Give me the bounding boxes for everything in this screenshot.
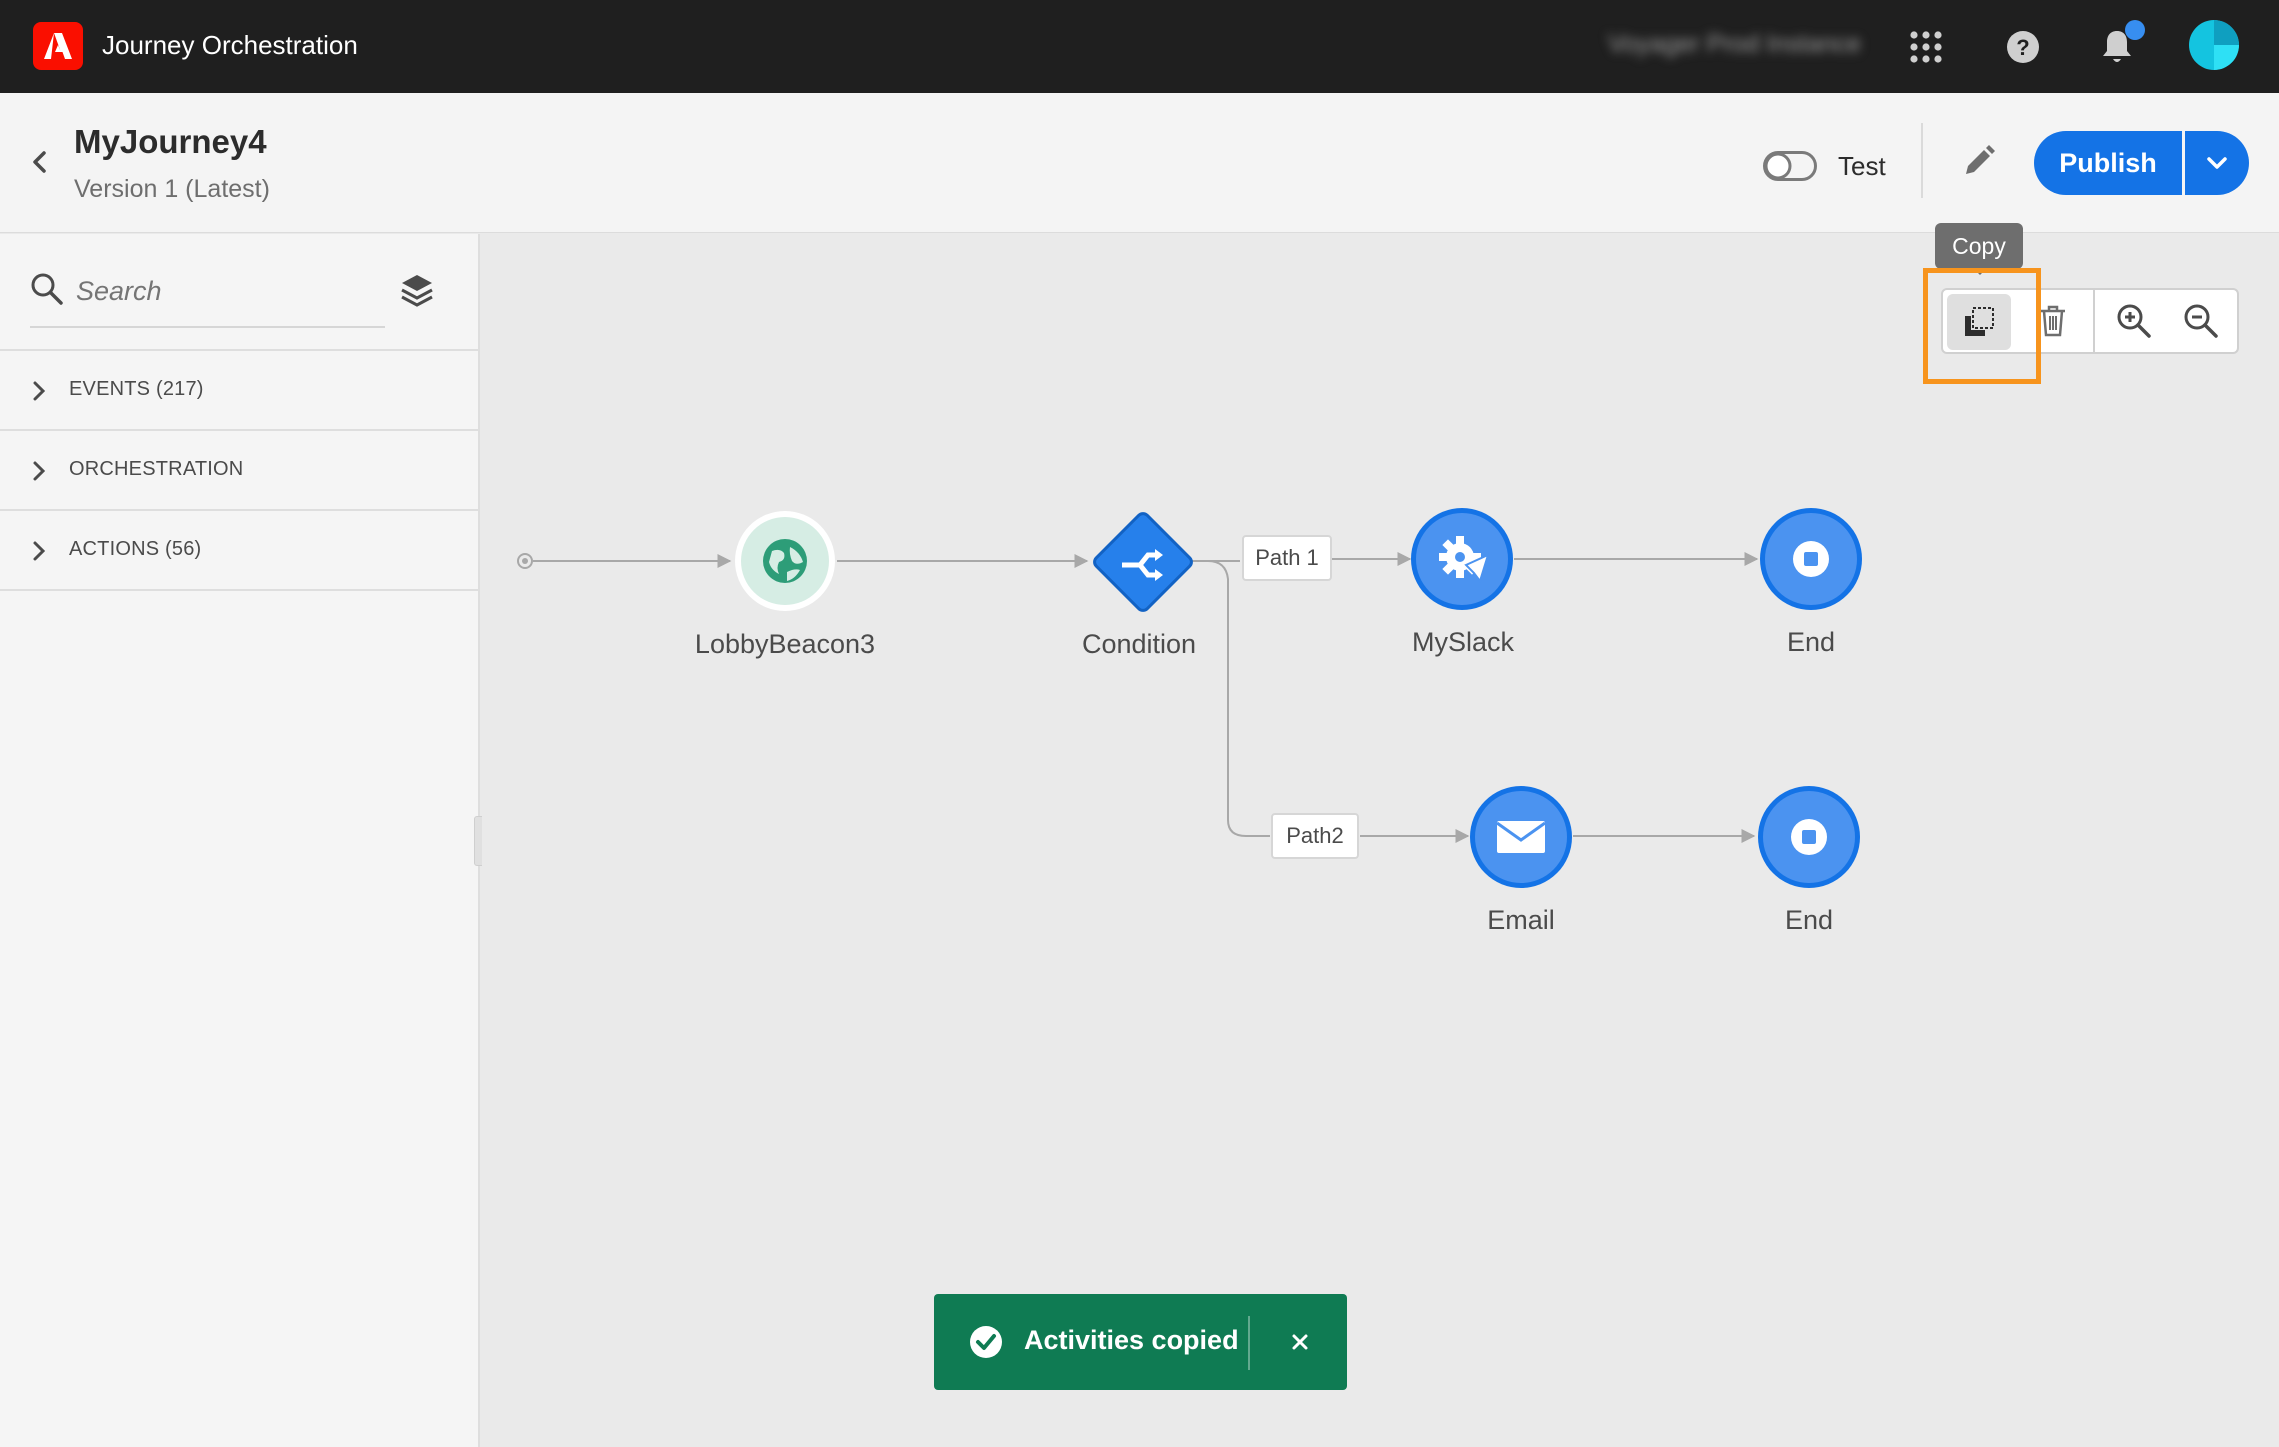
slack-action-node[interactable] [1411, 508, 1513, 610]
svg-text:?: ? [2016, 35, 2029, 60]
search-icon [30, 272, 64, 306]
sidebar-section-label: ACTIONS (56) [69, 538, 202, 560]
node-label-myslack: MySlack [1411, 627, 1514, 657]
chevron-right-icon [32, 459, 46, 483]
layers-icon[interactable] [400, 272, 434, 310]
journey-header: MyJourney4 Version 1 (Latest) Test Publi… [0, 93, 2279, 233]
node-label-condition: Condition [1081, 629, 1197, 659]
zoom-out-button[interactable] [2165, 290, 2237, 352]
node-label-end: End [1784, 905, 1834, 935]
journey-version: Version 1 (Latest) [74, 175, 270, 203]
end-node[interactable] [1760, 508, 1862, 610]
help-icon[interactable]: ? [1998, 22, 2048, 72]
activity-palette: EVENTS (217) ORCHESTRATION ACTIONS (56) [0, 234, 480, 1447]
instance-name[interactable]: Voyager Prod Instance [1608, 30, 1861, 59]
envelope-icon [1497, 821, 1545, 853]
close-icon[interactable] [1284, 1326, 1316, 1358]
pencil-icon[interactable] [1959, 143, 1997, 181]
event-node[interactable] [735, 511, 835, 611]
header-divider [1921, 123, 1923, 198]
test-label: Test [1838, 151, 1886, 181]
copy-tooltip: Copy [1935, 223, 2023, 269]
checkmark-icon [968, 1324, 1004, 1360]
adobe-logo-icon[interactable] [33, 22, 83, 70]
top-bar: Journey Orchestration Voyager Prod Insta… [0, 0, 2279, 93]
chevron-down-icon [2207, 157, 2227, 169]
flow-connections [517, 508, 1862, 888]
search-input[interactable] [76, 272, 376, 310]
zoom-in-button[interactable] [2098, 290, 2170, 352]
search-underline [30, 326, 385, 328]
trash-icon [2041, 305, 2065, 337]
journey-canvas[interactable] [482, 234, 2279, 1447]
connector [1207, 560, 1270, 837]
chevron-right-icon [32, 539, 46, 563]
toast-divider [1248, 1316, 1250, 1370]
avatar[interactable] [2189, 20, 2239, 70]
zoom-in-icon [2117, 304, 2151, 338]
condition-node[interactable] [1092, 511, 1194, 613]
node-label-event: LobbyBeacon3 [694, 629, 876, 659]
sidebar-section-label: ORCHESTRATION [69, 458, 244, 480]
publish-dropdown-button[interactable] [2185, 131, 2249, 195]
copy-highlight-box [1923, 268, 2041, 384]
end-node[interactable] [1758, 786, 1860, 888]
back-chevron-icon[interactable] [28, 147, 52, 177]
publish-button[interactable]: Publish [2034, 131, 2182, 195]
node-label-end: End [1786, 627, 1836, 657]
notification-dot [2125, 20, 2145, 40]
chevron-right-icon [32, 379, 46, 403]
toast-notification: Activities copied [934, 1294, 1347, 1390]
app-title: Journey Orchestration [102, 30, 358, 60]
path-label-2[interactable]: Path2 [1271, 813, 1359, 859]
sidebar-section-actions[interactable]: ACTIONS (56) [0, 509, 478, 589]
stop-icon [1802, 830, 1816, 844]
sidebar-section-events[interactable]: EVENTS (217) [0, 349, 478, 429]
zoom-out-icon [2184, 304, 2218, 338]
sidebar-section-orchestration[interactable]: ORCHESTRATION [0, 429, 478, 509]
stop-icon [1804, 552, 1818, 566]
sidebar-section-label: EVENTS (217) [69, 378, 204, 400]
node-label-email: Email [1487, 905, 1555, 935]
toast-message: Activities copied [1024, 1325, 1239, 1355]
email-action-node[interactable] [1470, 786, 1572, 888]
toolbar-divider [2093, 290, 2095, 352]
apps-grid-icon[interactable] [1901, 22, 1951, 72]
toggle-knob [1763, 149, 1793, 180]
journey-name: MyJourney4 [74, 123, 267, 160]
sidebar-divider [0, 589, 478, 591]
path-label-1[interactable]: Path 1 [1242, 535, 1332, 581]
